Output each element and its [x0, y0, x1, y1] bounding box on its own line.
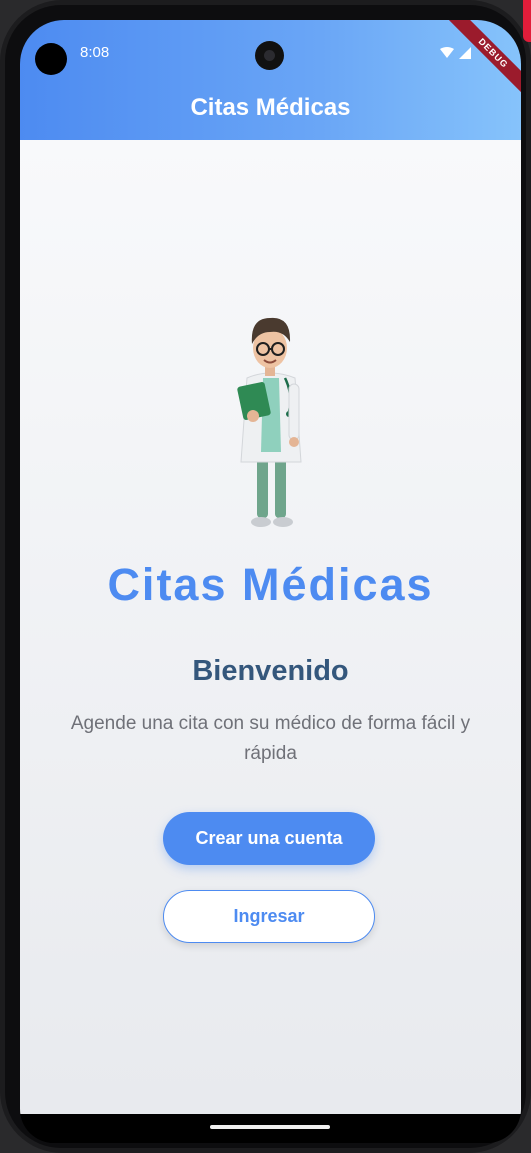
- app-screen: 8:08 Citas Médicas DEBUG Citas Médicas B…: [20, 20, 521, 1143]
- front-camera: [255, 41, 284, 70]
- phone-bezel: 8:08 Citas Médicas DEBUG Citas Médicas B…: [5, 5, 526, 1148]
- app-bar: 8:08 Citas Médicas DEBUG: [20, 20, 521, 140]
- brand-title: Citas Médicas: [107, 559, 434, 610]
- doctor-illustration: [237, 317, 302, 527]
- welcome-screen: Citas Médicas Bienvenido Agende una cita…: [20, 140, 521, 1114]
- status-time: 8:08: [80, 44, 110, 61]
- status-icons: [440, 47, 471, 59]
- system-nav-bar: [20, 1114, 521, 1143]
- camera-cutout: [35, 43, 67, 75]
- home-gesture-handle[interactable]: [210, 1125, 330, 1129]
- side-indicator: [523, 0, 531, 42]
- signal-icon: [459, 47, 471, 59]
- welcome-heading: Bienvenido: [192, 655, 349, 687]
- login-button[interactable]: Ingresar: [163, 890, 375, 943]
- phone-frame: 8:08 Citas Médicas DEBUG Citas Médicas B…: [0, 0, 531, 1153]
- app-bar-title: Citas Médicas: [190, 94, 351, 121]
- wifi-icon: [440, 47, 454, 58]
- welcome-subtitle: Agende una cita con su médico de forma f…: [70, 713, 471, 764]
- debug-banner: DEBUG: [445, 20, 521, 101]
- create-account-button[interactable]: Crear una cuenta: [163, 812, 375, 865]
